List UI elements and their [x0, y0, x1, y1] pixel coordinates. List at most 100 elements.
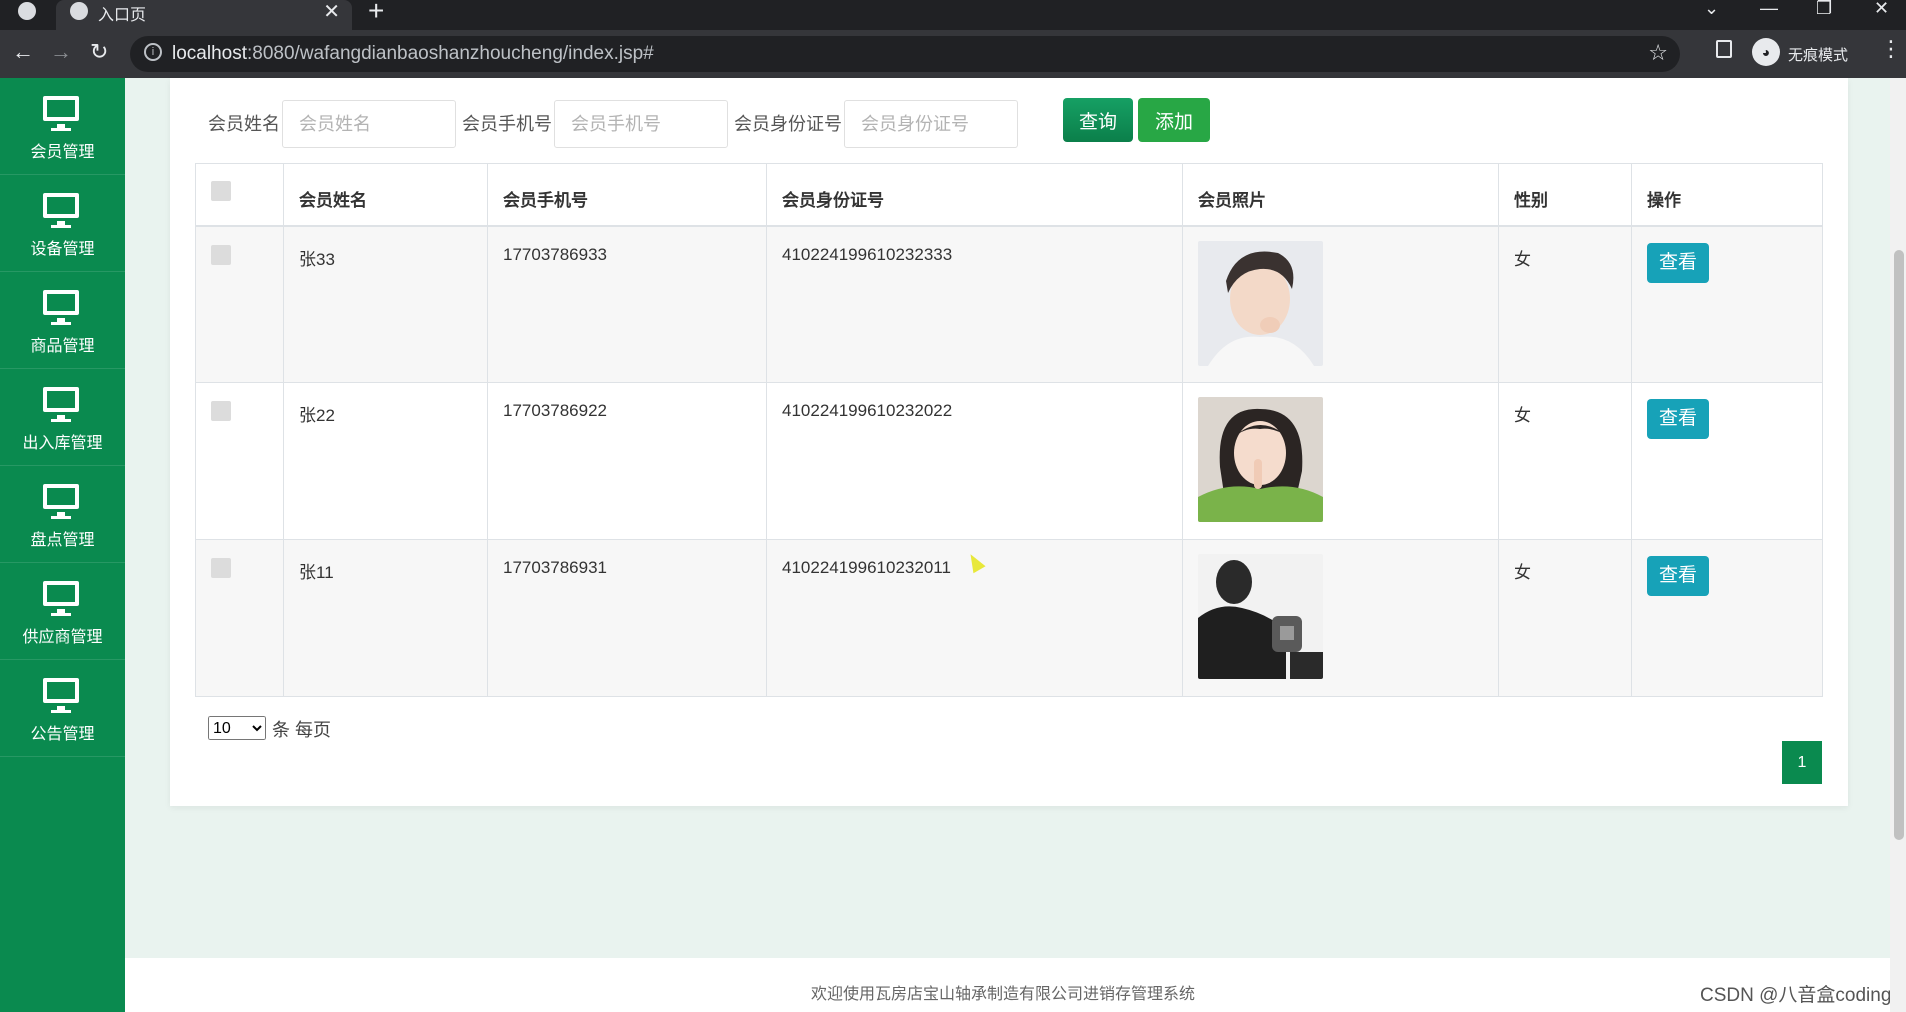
sidebar-item-label: 商品管理: [30, 338, 95, 355]
footer-text: 欢迎使用瓦房店宝山轴承制造有限公司进销存管理系统: [810, 986, 1195, 1003]
member-name: 张33: [283, 225, 488, 383]
query-button[interactable]: 查询: [1063, 98, 1133, 142]
watermark: CSDN @八音盒coding: [1700, 985, 1892, 1006]
sidebar-item-label: 供应商管理: [22, 629, 103, 646]
idcard-search-input[interactable]: [844, 100, 1018, 148]
name-search-input[interactable]: [282, 100, 456, 148]
browser-toolbar: ← → ↻ i localhost:8080/wafangdianbaoshan…: [0, 30, 1906, 78]
action-cell: 查看: [1631, 539, 1823, 697]
member-list-panel: 会员姓名 会员手机号 会员身份证号 查询 添加 会员姓名 会员手机号 会员身份证…: [170, 78, 1848, 806]
member-phone: 17703786933: [487, 225, 767, 383]
phone-label: 会员手机号: [462, 114, 552, 134]
back-icon[interactable]: ←: [12, 39, 34, 65]
tab-close-icon[interactable]: ✕: [323, 0, 340, 24]
minimize-icon[interactable]: —: [1760, 0, 1778, 19]
tab-favicon-icon: [70, 2, 88, 20]
forward-icon[interactable]: →: [50, 39, 72, 65]
browser-menu-icon[interactable]: ⋮: [1880, 36, 1902, 62]
browser-logo-icon: [18, 2, 36, 20]
column-header: 会员手机号: [487, 163, 767, 227]
reload-icon[interactable]: ↻: [90, 39, 108, 65]
add-button[interactable]: 添加: [1138, 98, 1210, 142]
page-size-select[interactable]: 10: [208, 716, 266, 740]
close-window-icon[interactable]: ✕: [1874, 0, 1889, 19]
member-table: 会员姓名 会员手机号 会员身份证号 会员照片 性别 操作 张33 1770378…: [195, 163, 1823, 697]
url-text: localhost:8080/wafangdianbaoshanzhouchen…: [172, 43, 654, 64]
column-header: 会员照片: [1182, 163, 1499, 227]
member-gender: 女: [1498, 382, 1632, 540]
name-label: 会员姓名: [208, 114, 280, 134]
monitor-icon: [43, 387, 79, 422]
monitor-icon: [43, 193, 79, 228]
action-cell: 查看: [1631, 382, 1823, 540]
sidebar-item-label: 设备管理: [30, 241, 95, 258]
member-photo: [1198, 240, 1323, 366]
sidebar-item-label: 公告管理: [30, 726, 95, 743]
member-gender: 女: [1498, 225, 1632, 383]
phone-search-input[interactable]: [554, 100, 728, 148]
row-checkbox[interactable]: [211, 244, 231, 265]
sidebar-item-label: 出入库管理: [22, 435, 103, 452]
column-header: 会员身份证号: [766, 163, 1183, 227]
action-cell: 查看: [1631, 225, 1823, 383]
row-select-cell: [195, 225, 284, 383]
incognito-icon[interactable]: ◕: [1752, 38, 1780, 66]
incognito-label: 无痕模式: [1788, 47, 1849, 64]
bookmark-star-icon[interactable]: ☆: [1648, 40, 1668, 66]
column-header: 性别: [1498, 163, 1632, 227]
member-photo: [1198, 397, 1323, 522]
page-size-suffix: 条 每页: [272, 720, 332, 740]
member-idcard: 410224199610232333: [766, 225, 1183, 383]
row-checkbox[interactable]: [211, 558, 231, 578]
scrollbar-thumb[interactable]: [1894, 250, 1904, 840]
sidebar-item-members[interactable]: 会员管理: [0, 78, 125, 175]
row-select-cell: [195, 382, 284, 540]
browser-tabbar: 入口页 ✕ + ⌄ — ❐ ✕: [0, 0, 1906, 30]
sidebar-item-inventory[interactable]: 盘点管理: [0, 466, 125, 563]
column-header: 操作: [1631, 163, 1823, 227]
sidebar-item-label: 会员管理: [30, 144, 95, 161]
sidebar-item-suppliers[interactable]: 供应商管理: [0, 563, 125, 660]
table-row: 张11 17703786931 410224199610232011 女 查看: [195, 539, 1823, 697]
view-button[interactable]: 查看: [1647, 399, 1709, 439]
address-bar[interactable]: i localhost:8080/wafangdianbaoshanzhouch…: [130, 36, 1680, 72]
table-header-row: 会员姓名 会员手机号 会员身份证号 会员照片 性别 操作: [195, 163, 1823, 227]
sidebar-item-stock-io[interactable]: 出入库管理: [0, 369, 125, 466]
row-select-cell: [195, 539, 284, 697]
member-phone: 17703786931: [487, 539, 767, 697]
idcard-label: 会员身份证号: [734, 114, 842, 134]
monitor-icon: [43, 290, 79, 325]
sidebar-item-products[interactable]: 商品管理: [0, 272, 125, 369]
member-phone: 17703786922: [487, 382, 767, 540]
table-row: 张33 17703786933 410224199610232333 女 查看: [195, 225, 1823, 383]
site-info-icon[interactable]: i: [144, 43, 162, 61]
sidebar: 会员管理 设备管理 商品管理 出入库管理 盘点管理 供应商管理 公告管理: [0, 78, 125, 1012]
monitor-icon: [43, 96, 79, 131]
reading-list-icon[interactable]: [1716, 40, 1732, 58]
browser-tab[interactable]: 入口页 ✕: [56, 0, 352, 30]
select-all-checkbox[interactable]: [211, 181, 231, 201]
member-gender: 女: [1498, 539, 1632, 697]
member-photo: [1198, 554, 1323, 679]
footer: 欢迎使用瓦房店宝山轴承制造有限公司进销存管理系统: [125, 958, 1906, 1012]
restore-icon[interactable]: ❐: [1816, 0, 1832, 19]
tab-title: 入口页: [98, 7, 147, 24]
member-photo-cell: [1182, 539, 1499, 697]
column-header: 会员姓名: [283, 163, 488, 227]
pagination-page-1[interactable]: 1: [1782, 741, 1822, 784]
new-tab-icon[interactable]: +: [368, 0, 384, 27]
monitor-icon: [43, 678, 79, 713]
member-name: 张22: [283, 382, 488, 540]
member-name: 张11: [283, 539, 488, 697]
member-photo-cell: [1182, 382, 1499, 540]
row-checkbox[interactable]: [211, 401, 231, 421]
view-button[interactable]: 查看: [1647, 242, 1709, 283]
monitor-icon: [43, 581, 79, 616]
member-idcard: 410224199610232022: [766, 382, 1183, 540]
member-photo-cell: [1182, 225, 1499, 383]
monitor-icon: [43, 484, 79, 519]
sidebar-item-devices[interactable]: 设备管理: [0, 175, 125, 272]
view-button[interactable]: 查看: [1647, 556, 1709, 596]
sidebar-item-notices[interactable]: 公告管理: [0, 660, 125, 757]
tab-search-icon[interactable]: ⌄: [1704, 0, 1719, 19]
